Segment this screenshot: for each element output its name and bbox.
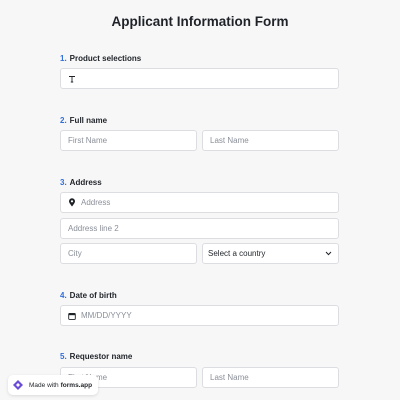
country-select[interactable]: Select a country [202,243,339,264]
question-text: Date of birth [69,291,117,300]
chevron-down-icon [325,251,332,256]
made-with-badge[interactable]: Made with forms.app [8,375,99,395]
last-name-input[interactable]: Last Name [202,130,339,151]
location-pin-icon [67,198,76,207]
question-number: 2. [60,116,67,125]
badge-brand: forms.app [60,381,93,389]
address-line1-input[interactable]: Address [60,192,339,213]
city-input[interactable]: City [60,243,197,264]
calendar-icon [67,311,76,320]
form-page: Applicant Information Form 1. Product sel… [0,0,400,400]
question-text: Product selections [69,54,142,63]
question-label-address: 3. Address [60,178,102,187]
question-text: Requestor name [69,352,133,361]
last-name-placeholder: Last Name [210,136,249,145]
badge-prefix: Made with [29,381,59,389]
date-placeholder: MM/DD/YYYY [81,311,132,320]
first-name-placeholder: First Name [68,136,108,145]
question-number: 5. [60,352,67,361]
question-number: 1. [60,54,67,63]
requestor-last-name-placeholder: Last Name [210,373,249,382]
text-format-icon [67,74,76,83]
country-selected-value: Select a country [208,249,266,258]
question-label-full-name: 2. Full name [60,116,107,125]
city-placeholder: City [68,249,82,258]
forms-app-logo-icon [12,379,24,391]
question-number: 4. [60,291,67,300]
question-number: 3. [60,178,67,187]
question-label-requestor-name: 5. Requestor name [60,352,132,361]
address-line2-placeholder: Address line 2 [68,224,119,233]
requestor-last-name-input[interactable]: Last Name [202,367,339,388]
question-text: Address [69,178,102,187]
product-selections-field[interactable] [60,68,339,89]
address-line1-placeholder: Address [81,198,111,207]
question-label-product-selections: 1. Product selections [60,54,141,63]
address-line2-input[interactable]: Address line 2 [60,218,339,239]
date-of-birth-input[interactable]: MM/DD/YYYY [60,305,339,326]
page-title: Applicant Information Form [111,14,289,29]
question-text: Full name [69,116,108,125]
question-label-date-of-birth: 4. Date of birth [60,291,117,300]
first-name-input[interactable]: First Name [60,130,197,151]
